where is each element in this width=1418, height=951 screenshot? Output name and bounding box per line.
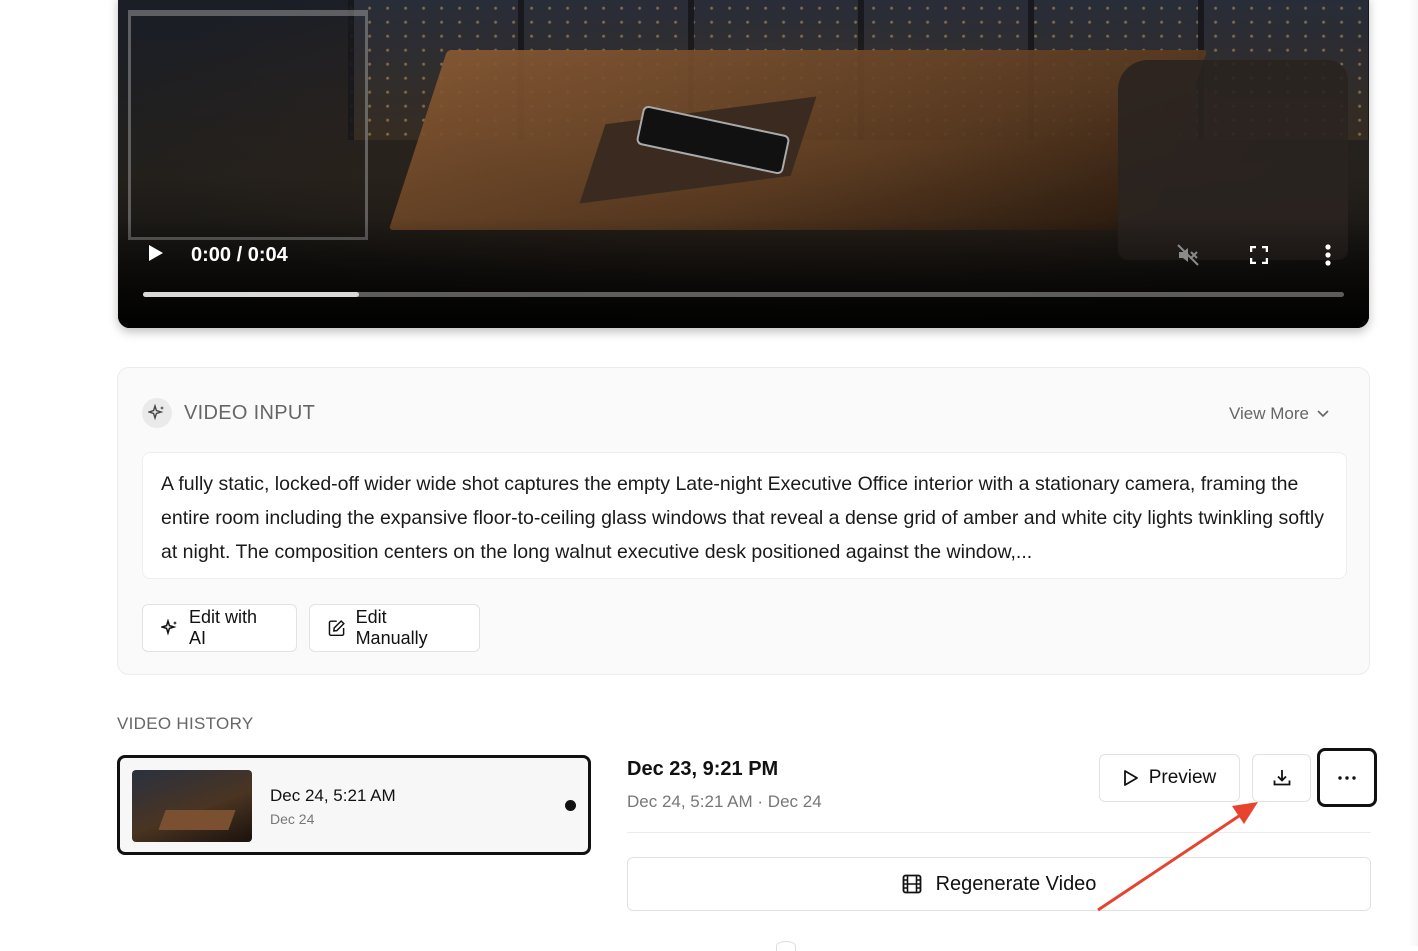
film-icon (902, 874, 921, 894)
muted-volume-icon[interactable] (1176, 243, 1200, 267)
view-more-label: View More (1229, 404, 1309, 423)
video-progress-bar[interactable] (143, 292, 1344, 297)
edit-pencil-icon (328, 619, 345, 637)
regenerate-video-button[interactable]: Regenerate Video (627, 857, 1371, 911)
selected-indicator-dot (565, 800, 576, 811)
history-thumbnail (132, 770, 252, 842)
prompt-text: A fully static, locked-off wider wide sh… (161, 473, 1325, 563)
history-item-subtitle: Dec 24 (270, 811, 315, 827)
history-list-item[interactable]: Dec 24, 5:21 AM Dec 24 (117, 755, 591, 855)
scroll-hint (776, 941, 796, 951)
sparkles-icon (161, 619, 177, 636)
preview-label: Preview (1148, 767, 1217, 788)
video-input-card: VIDEO INPUT View More A fully static, lo… (117, 367, 1370, 675)
video-progress-fill (143, 292, 360, 297)
edit-manually-button[interactable]: Edit Manually (309, 604, 480, 652)
regenerate-video-label: Regenerate Video (935, 872, 1097, 895)
divider (627, 832, 1371, 833)
bar-cart (128, 10, 368, 240)
more-vertical-icon[interactable] (1325, 244, 1331, 266)
more-options-button[interactable] (1317, 748, 1377, 807)
video-history-title: VIDEO HISTORY (117, 714, 254, 733)
video-input-title: VIDEO INPUT (184, 402, 316, 424)
play-outline-icon (1123, 770, 1138, 786)
fullscreen-icon[interactable] (1250, 246, 1268, 264)
chevron-down-icon (1317, 410, 1329, 418)
edit-with-ai-button[interactable]: Edit with AI (142, 604, 297, 652)
preview-button[interactable]: Preview (1099, 754, 1240, 802)
video-time: 0:00 / 0:04 (191, 244, 288, 266)
prompt-text-box[interactable]: A fully static, locked-off wider wide sh… (142, 452, 1347, 579)
edit-with-ai-label: Edit with AI (188, 607, 258, 648)
video-player[interactable]: 0:00 / 0:04 (118, 0, 1369, 328)
video-controls-shade (118, 218, 1369, 328)
history-item-date: Dec 24, 5:21 AM (270, 786, 396, 805)
play-icon[interactable] (148, 244, 164, 262)
view-more-button[interactable]: View More (1229, 404, 1329, 424)
detail-date: Dec 23, 9:21 PM (627, 758, 779, 780)
download-button[interactable] (1252, 754, 1311, 802)
download-icon (1273, 770, 1290, 786)
more-horizontal-icon (1338, 775, 1356, 780)
edit-manually-label: Edit Manually (355, 607, 428, 648)
detail-subtitle: Dec 24, 5:21 AM · Dec 24 (627, 792, 822, 811)
page-edge-shadow (1408, 0, 1418, 946)
sparkles-icon (142, 398, 172, 428)
